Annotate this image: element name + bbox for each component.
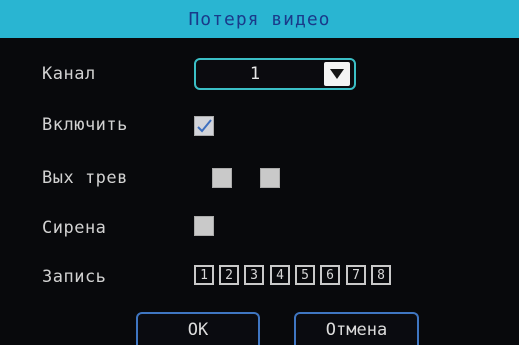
record-channel-5[interactable]: 5	[295, 265, 315, 285]
record-label: Запись	[42, 267, 107, 287]
channel-select[interactable]: 1	[194, 58, 356, 90]
channel-label: Канал	[42, 64, 96, 84]
record-channel-8[interactable]: 8	[371, 265, 391, 285]
enable-label: Включить	[42, 115, 128, 135]
siren-label: Сирена	[42, 218, 107, 238]
dialog-title: Потеря видео	[188, 8, 331, 30]
channel-select-value: 1	[249, 64, 261, 84]
alarm-out-checkbox-2[interactable]	[260, 168, 280, 188]
record-channel-6[interactable]: 6	[320, 265, 340, 285]
cancel-button[interactable]: Отмена	[294, 312, 419, 345]
record-channel-4[interactable]: 4	[270, 265, 290, 285]
dialog-title-bar: Потеря видео	[0, 0, 519, 38]
triangle-down-glyph	[330, 69, 344, 79]
alarm-out-checkbox-1[interactable]	[212, 168, 232, 188]
record-channel-2[interactable]: 2	[219, 265, 239, 285]
enable-checkbox[interactable]	[194, 116, 214, 136]
triangle-down-icon[interactable]	[324, 62, 350, 86]
ok-button[interactable]: ОК	[136, 312, 260, 345]
record-channel-7[interactable]: 7	[346, 265, 366, 285]
siren-checkbox[interactable]	[194, 216, 214, 236]
alarm-out-label: Вых трев	[42, 168, 128, 188]
record-channel-3[interactable]: 3	[244, 265, 264, 285]
check-icon	[197, 119, 212, 133]
record-channel-1[interactable]: 1	[194, 265, 214, 285]
